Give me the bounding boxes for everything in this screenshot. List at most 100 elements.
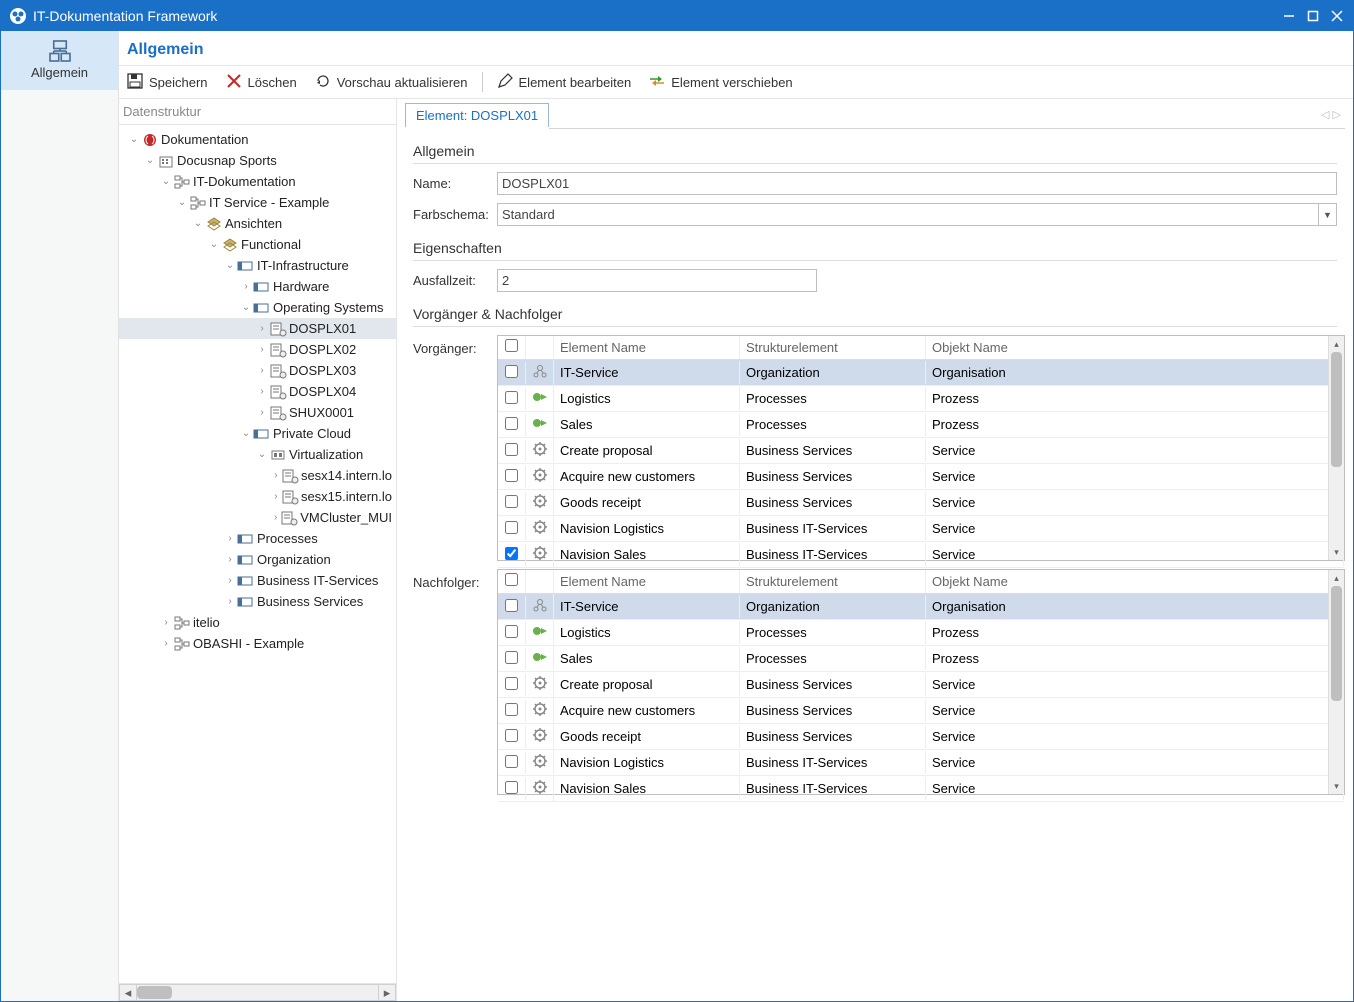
minimize-button[interactable] [1277,6,1301,26]
table-row[interactable]: Navision LogisticsBusiness IT-ServicesSe… [498,750,1344,776]
tree-node[interactable]: ›OBASHI - Example [119,633,396,654]
tree[interactable]: ⌄Dokumentation⌄Docusnap Sports⌄IT-Dokume… [119,125,396,983]
expand-icon[interactable]: › [223,596,237,607]
row-checkbox[interactable] [498,726,526,748]
header-checkbox[interactable] [498,336,526,359]
table-row[interactable]: SalesProcessesProzess [498,646,1344,672]
header-strukturelement[interactable]: Strukturelement [740,570,926,593]
table-row[interactable]: Navision LogisticsBusiness IT-ServicesSe… [498,516,1344,542]
maximize-button[interactable] [1301,6,1325,26]
table-row[interactable]: LogisticsProcessesProzess [498,620,1344,646]
tab-element[interactable]: Element: DOSPLX01 [405,103,549,127]
collapse-icon[interactable]: ⌄ [191,218,205,229]
ausfallzeit-input[interactable] [497,269,817,292]
tree-node[interactable]: ⌄Virtualization [119,444,396,465]
table-row[interactable]: IT-ServiceOrganizationOrganisation [498,360,1344,386]
row-checkbox[interactable] [498,596,526,618]
tree-node[interactable]: ⌄Private Cloud [119,423,396,444]
collapse-icon[interactable]: ⌄ [207,239,221,250]
scroll-track[interactable] [137,984,378,1001]
row-checkbox[interactable] [498,440,526,462]
collapse-icon[interactable]: ⌄ [127,134,141,145]
expand-icon[interactable]: › [271,491,281,502]
table-row[interactable]: Goods receiptBusiness ServicesService [498,724,1344,750]
table-row[interactable]: Acquire new customersBusiness ServicesSe… [498,464,1344,490]
table-row[interactable]: Goods receiptBusiness ServicesService [498,490,1344,516]
table-row[interactable]: Navision SalesBusiness IT-ServicesServic… [498,776,1344,802]
nav-tab-allgemein[interactable]: Allgemein [1,31,118,90]
row-checkbox[interactable] [498,674,526,696]
expand-icon[interactable]: › [255,323,269,334]
save-button[interactable]: Speichern [127,73,208,92]
header-objekt-name[interactable]: Objekt Name [926,570,1344,593]
tree-node[interactable]: ›Hardware [119,276,396,297]
grid-vscrollbar[interactable]: ▴▾ [1328,336,1344,560]
collapse-icon[interactable]: ⌄ [159,176,173,187]
header-strukturelement[interactable]: Strukturelement [740,336,926,359]
row-checkbox[interactable] [498,518,526,540]
tree-node[interactable]: ›DOSPLX01 [119,318,396,339]
collapse-icon[interactable]: ⌄ [255,449,269,460]
tree-node[interactable]: ⌄Functional [119,234,396,255]
grid-vscrollbar[interactable]: ▴▾ [1328,570,1344,794]
expand-icon[interactable]: › [255,365,269,376]
expand-icon[interactable]: › [159,617,173,628]
table-row[interactable]: LogisticsProcessesProzess [498,386,1344,412]
collapse-icon[interactable]: ⌄ [239,302,253,313]
table-row[interactable]: IT-ServiceOrganizationOrganisation [498,594,1344,620]
header-element-name[interactable]: Element Name [554,570,740,593]
move-element-button[interactable]: Element verschieben [649,73,792,92]
row-checkbox[interactable] [498,414,526,436]
scroll-right-button[interactable]: ▸ [378,984,396,1001]
row-checkbox[interactable] [498,544,526,566]
scroll-thumb[interactable] [137,986,172,999]
tree-node[interactable]: ›DOSPLX02 [119,339,396,360]
row-checkbox[interactable] [498,752,526,774]
expand-icon[interactable]: › [159,638,173,649]
table-row[interactable]: SalesProcessesProzess [498,412,1344,438]
edit-element-button[interactable]: Element bearbeiten [497,73,632,92]
tree-node[interactable]: ›sesx15.intern.lo [119,486,396,507]
header-checkbox[interactable] [498,570,526,593]
row-checkbox[interactable] [498,362,526,384]
tree-node[interactable]: ›sesx14.intern.lo [119,465,396,486]
expand-icon[interactable]: › [223,554,237,565]
tree-node[interactable]: ⌄IT-Infrastructure [119,255,396,276]
collapse-icon[interactable]: ⌄ [239,428,253,439]
tree-node[interactable]: ›Business Services [119,591,396,612]
table-row[interactable]: Create proposalBusiness ServicesService [498,438,1344,464]
table-row[interactable]: Create proposalBusiness ServicesService [498,672,1344,698]
expand-icon[interactable]: › [223,533,237,544]
tree-node[interactable]: ›Organization [119,549,396,570]
collapse-icon[interactable]: ⌄ [175,197,189,208]
row-checkbox[interactable] [498,700,526,722]
row-checkbox[interactable] [498,466,526,488]
header-element-name[interactable]: Element Name [554,336,740,359]
collapse-icon[interactable]: ⌄ [143,155,157,166]
expand-icon[interactable]: › [239,281,253,292]
close-button[interactable] [1325,6,1349,26]
scroll-left-button[interactable]: ◂ [119,984,137,1001]
expand-icon[interactable]: › [223,575,237,586]
tree-node[interactable]: ⌄Docusnap Sports [119,150,396,171]
expand-icon[interactable]: › [255,407,269,418]
row-checkbox[interactable] [498,648,526,670]
expand-icon[interactable]: › [271,470,281,481]
table-row[interactable]: Acquire new customersBusiness ServicesSe… [498,698,1344,724]
row-checkbox[interactable] [498,778,526,800]
tree-node[interactable]: ⌄Ansichten [119,213,396,234]
row-checkbox[interactable] [498,492,526,514]
collapse-icon[interactable]: ⌄ [223,260,237,271]
expand-icon[interactable]: › [255,386,269,397]
tree-node[interactable]: ›DOSPLX04 [119,381,396,402]
row-checkbox[interactable] [498,622,526,644]
tree-node[interactable]: ⌄IT Service - Example [119,192,396,213]
row-checkbox[interactable] [498,388,526,410]
tree-node[interactable]: ›Processes [119,528,396,549]
tree-node[interactable]: ›SHUX0001 [119,402,396,423]
tree-node[interactable]: ›Business IT-Services [119,570,396,591]
tree-node[interactable]: ›VMCluster_MUI [119,507,396,528]
name-input[interactable] [497,172,1337,195]
expand-icon[interactable]: › [271,512,280,523]
tree-node[interactable]: ⌄IT-Dokumentation [119,171,396,192]
